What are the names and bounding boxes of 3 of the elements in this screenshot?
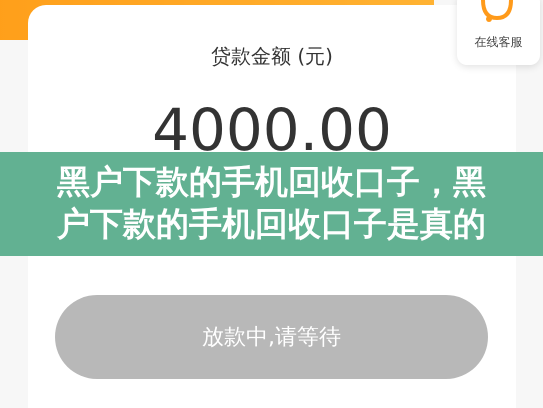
title-banner: 黑户下款的手机回收口子，黑户下款的手机回收口子是真的 bbox=[0, 152, 543, 256]
support-button[interactable]: 在线客服 bbox=[457, 0, 540, 65]
loan-amount-label: 贷款金额 (元) bbox=[211, 43, 333, 70]
